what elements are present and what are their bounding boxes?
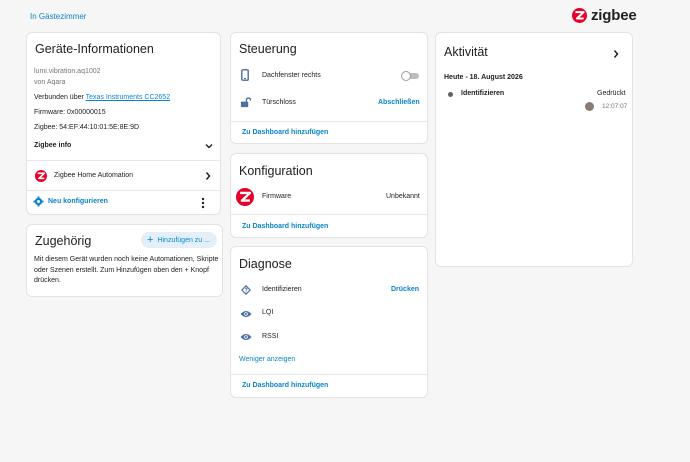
device-info-title: Geräte-Informationen <box>35 42 154 56</box>
avatar <box>585 102 594 111</box>
overflow-menu-icon[interactable] <box>200 197 206 209</box>
integration-row[interactable]: Zigbee Home Automation <box>27 161 220 189</box>
device-manufacturer: von Aqara <box>34 79 66 86</box>
brand-name: zigbee <box>591 7 637 24</box>
zigbee-logo-icon <box>572 8 587 23</box>
diag-label-identify: Identifizieren <box>262 286 302 293</box>
activity-title: Aktivität <box>444 45 488 59</box>
eye-icon <box>240 334 252 340</box>
controls-title: Steuerung <box>239 42 297 56</box>
chevron-right-icon <box>205 172 211 180</box>
eye-icon <box>240 311 252 317</box>
coordinator-link[interactable]: Texas Instruments CC2652 <box>86 94 170 101</box>
activity-card: Aktivität Heute - 18. August 2026 Identi… <box>435 32 633 267</box>
activity-entry-time: 12:07:07 <box>602 103 628 110</box>
divider <box>231 121 427 122</box>
related-description: Mit diesem Gerät wurden noch keine Autom… <box>34 256 219 284</box>
lock-open-icon <box>240 97 251 108</box>
activity-entry-state: Gedrückt <box>597 90 626 97</box>
reconfigure-label: Neu konfigurieren <box>48 198 108 205</box>
window-toggle[interactable] <box>401 71 420 81</box>
config-label-firmware: Firmware <box>262 193 292 200</box>
zigbee-info-expander[interactable]: Zigbee info <box>34 142 214 149</box>
activity-date-header: Heute - 18. August 2026 <box>444 74 523 81</box>
related-title: Zugehörig <box>35 234 92 248</box>
reconfigure-button[interactable]: Neu konfigurieren <box>33 196 133 209</box>
plus-icon: + <box>147 233 154 246</box>
add-to-label: Hinzufügen zu ... <box>157 236 210 244</box>
controls-card: Steuerung Dachfenster rechts Türschloss … <box>230 32 428 144</box>
show-less-link[interactable]: Weniger anzeigen <box>239 356 295 363</box>
timeline-dot-icon <box>448 92 453 97</box>
control-label-lock: Türschloss <box>262 99 296 106</box>
device-firmware: Firmware: 0x00000015 <box>34 109 106 116</box>
phone-icon <box>241 69 249 81</box>
identify-press-button[interactable]: Drücken <box>391 286 419 293</box>
zigbee-logo-icon <box>236 188 254 206</box>
lock-action-button[interactable]: Abschließen <box>378 99 420 106</box>
zigbee-logo-icon <box>35 170 47 182</box>
add-to-dashboard-link[interactable]: Zu Dashboard hinzufügen <box>242 223 328 230</box>
divider <box>231 374 427 375</box>
connected-via: Verbunden über Texas Instruments CC2652 <box>34 94 170 101</box>
breadcrumb-area-link[interactable]: In Gästezimmer <box>30 12 86 21</box>
control-label-window: Dachfenster rechts <box>262 72 321 79</box>
device-zigbee-id: Zigbee: 54:EF:44:10:01:5E:8E:9D <box>34 124 140 131</box>
zigbee-logo: zigbee <box>572 7 637 24</box>
identify-icon <box>241 285 251 295</box>
diagnostics-card: Diagnose Identifizieren Drücken LQI RSSI… <box>230 246 428 398</box>
add-to-dashboard-link[interactable]: Zu Dashboard hinzufügen <box>242 129 328 136</box>
config-value-firmware: Unbekannt <box>386 193 420 200</box>
device-model: lumi.vibration.aq1002 <box>34 68 101 75</box>
add-to-dashboard-link[interactable]: Zu Dashboard hinzufügen <box>242 382 328 389</box>
diag-label-rssi[interactable]: RSSI <box>262 333 278 340</box>
add-to-button[interactable]: + Hinzufügen zu ... <box>141 232 217 248</box>
diagnostics-title: Diagnose <box>239 257 292 271</box>
integration-label: Zigbee Home Automation <box>54 172 133 179</box>
device-info-card: Geräte-Informationen lumi.vibration.aq10… <box>26 32 221 215</box>
configuration-title: Konfiguration <box>239 164 313 178</box>
zigbee-info-label: Zigbee info <box>34 142 72 149</box>
connected-prefix: Verbunden über <box>34 94 84 101</box>
chevron-down-icon <box>205 144 213 149</box>
activity-entry-label: Identifizieren <box>461 90 505 97</box>
configuration-card: Konfiguration Firmware Unbekannt Zu Dash… <box>230 153 428 238</box>
related-card: Zugehörig + Hinzufügen zu ... Mit diesem… <box>26 224 223 297</box>
chevron-right-icon[interactable] <box>612 49 620 59</box>
reconfigure-gear-icon <box>33 196 44 207</box>
diag-label-lqi[interactable]: LQI <box>262 309 273 316</box>
divider <box>27 190 220 191</box>
toggle-knob <box>401 71 411 81</box>
divider <box>231 214 427 215</box>
